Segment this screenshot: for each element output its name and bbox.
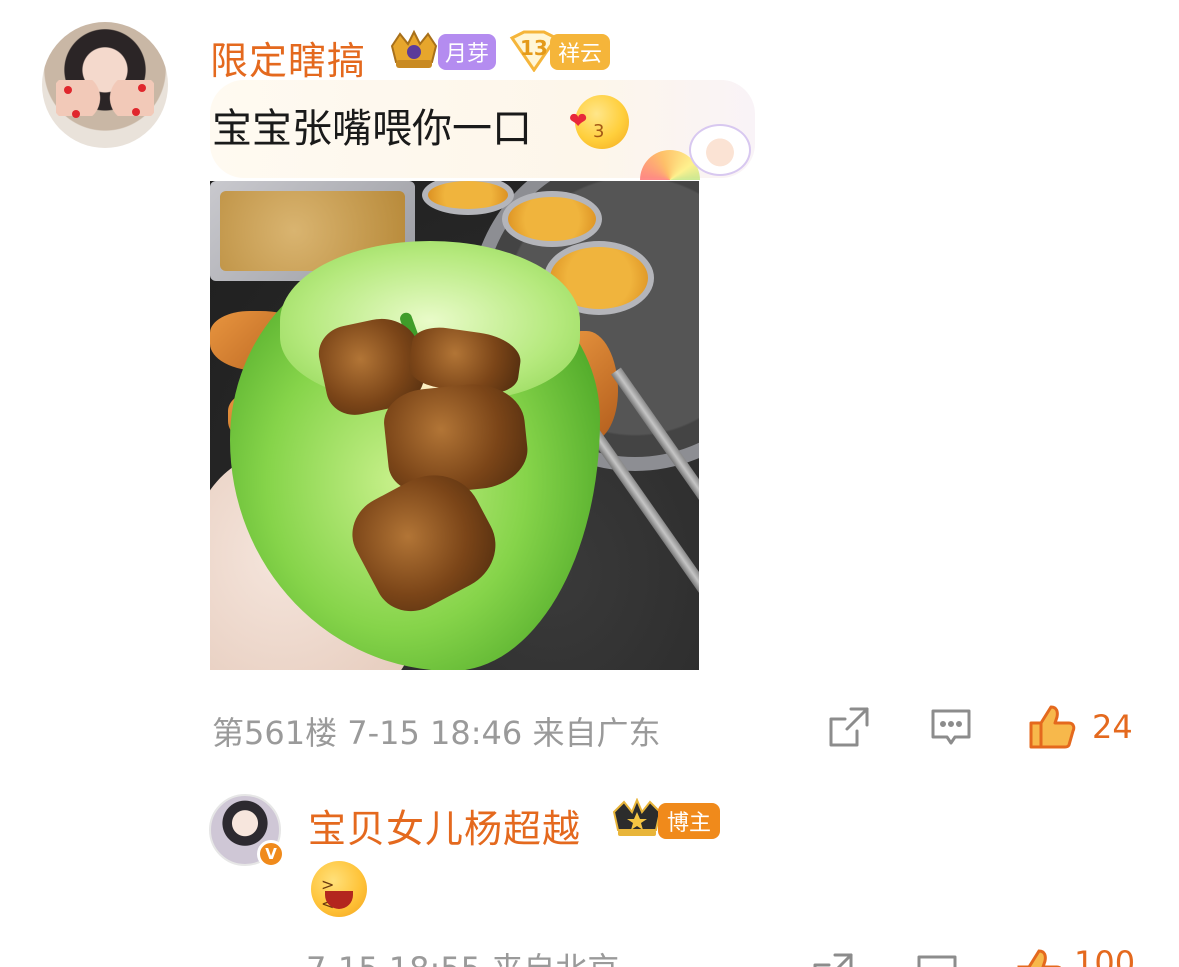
badge-yueya[interactable]: 月芽 (438, 34, 496, 70)
heart-icon: ❤ (569, 109, 588, 134)
badge-xiangyun-label: 祥云 (557, 42, 602, 67)
badge-xiangyun[interactable]: 祥云 (550, 34, 610, 70)
avatar-detail (64, 86, 72, 94)
commenter-username[interactable]: 限定瞎搞 (210, 30, 366, 85)
avatar-detail (138, 84, 146, 92)
commenter-avatar[interactable] (42, 22, 168, 148)
like-icon[interactable] (1026, 702, 1078, 752)
comment-text: 宝宝张嘴喂你一口 (212, 106, 532, 152)
reply-meta: 7-15 18:55 来自北京 (306, 944, 619, 967)
like-count: 24 (1092, 708, 1133, 746)
comment-meta: 第561楼 7-15 18:46 来自广东 (212, 714, 661, 752)
comment-photo[interactable] (210, 181, 699, 670)
badge-blogger-label: 博主 (666, 811, 711, 836)
emoji-lips: 3 (593, 121, 605, 142)
level-number: 13 (520, 36, 548, 60)
verified-badge-icon: V (257, 840, 285, 868)
avatar-detail (132, 108, 140, 116)
photo-bowl (502, 191, 602, 247)
crown-level-icon[interactable] (386, 28, 442, 72)
share-icon[interactable] (810, 950, 856, 967)
reply-avatar[interactable]: V (209, 794, 285, 868)
badge-blogger[interactable]: 博主 (658, 803, 720, 839)
badge-yueya-label: 月芽 (444, 42, 489, 67)
like-icon[interactable] (1014, 946, 1066, 967)
sheep-sticker-icon (683, 118, 755, 178)
crown-icon[interactable] (610, 797, 664, 840)
laugh-cry-emoji-icon: >< (311, 861, 367, 917)
reply-like-count: 100 (1074, 944, 1136, 967)
kiss-emoji-icon: ❤ 3 (569, 95, 629, 149)
avatar-detail (72, 110, 80, 118)
reply-username[interactable]: 宝贝女儿杨超越 (308, 798, 581, 853)
sheep-body (689, 124, 751, 176)
comment-icon[interactable] (928, 704, 974, 750)
share-icon[interactable] (826, 704, 872, 750)
comment-icon[interactable] (914, 950, 960, 967)
